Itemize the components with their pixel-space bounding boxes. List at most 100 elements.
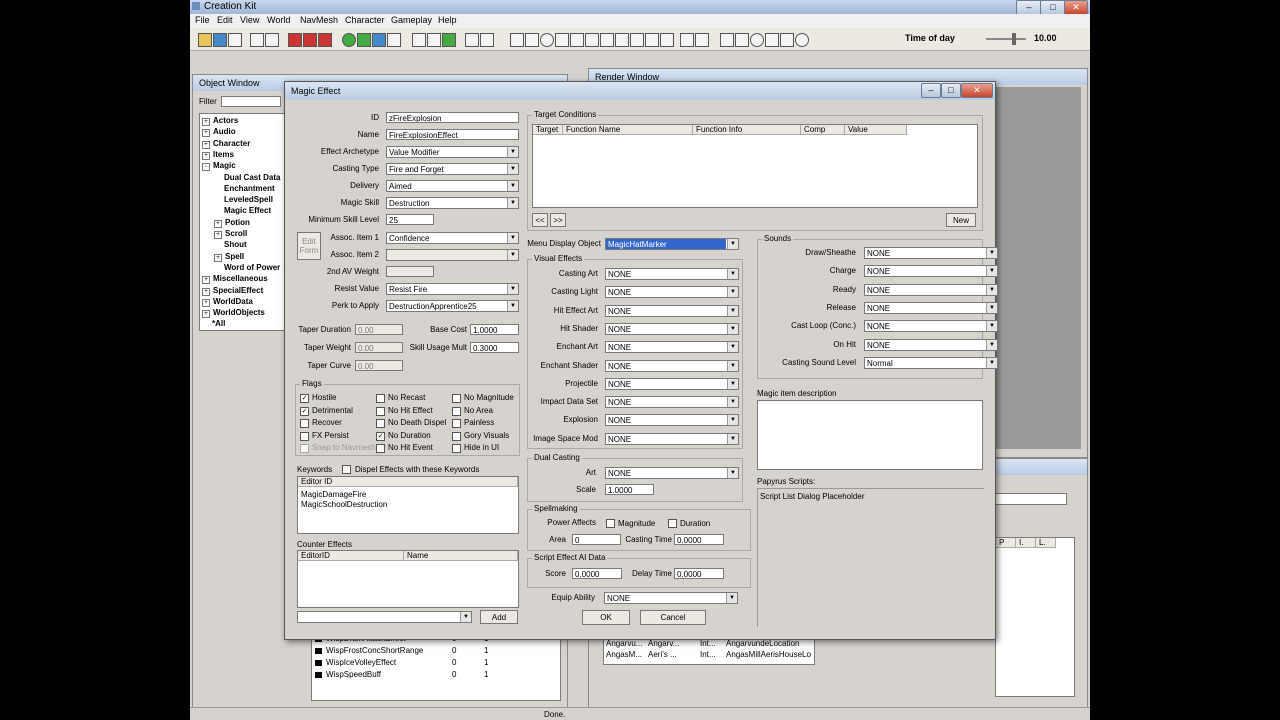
sound-dropdown[interactable]: Normal ▼ [864,356,998,369]
expand-icon[interactable]: + [202,310,210,319]
render-viewport[interactable] [995,87,1081,449]
tree-item[interactable]: Shout [214,240,247,249]
door-icon[interactable] [555,33,569,47]
keyword-item[interactable]: MagicDamageFire [301,490,366,499]
counter-effect-dropdown[interactable]: ▼ [297,611,472,623]
dual-scale-field[interactable]: 1.0000 [605,484,654,495]
dialogue-icon[interactable] [480,33,494,47]
tree-item[interactable]: + Audio [202,127,236,138]
name-field[interactable]: FireExplosionEffect [386,129,519,140]
cell-reference-cell[interactable]: Int... [700,639,716,648]
landscape-icon[interactable] [357,33,371,47]
object-list-cell[interactable]: 1 [484,646,488,655]
maximize-icon[interactable]: □ [1040,0,1066,15]
expand-icon[interactable]: + [214,231,222,239]
flag-checkbox[interactable] [376,394,385,403]
sky-icon[interactable] [342,33,356,47]
conditions-list[interactable]: Target Function Name Function Info Comp … [532,124,978,208]
expand-icon[interactable]: + [202,129,210,138]
tree-item[interactable]: Enchantment [214,184,275,193]
flag-checkbox[interactable] [452,444,461,453]
flag-checkbox[interactable] [300,431,309,441]
next-button[interactable]: >> [550,213,566,227]
tree-item[interactable]: + SpecialEffect [202,286,263,296]
expand-icon[interactable]: + [214,253,222,262]
conditions-column-function-info[interactable]: Function Info [693,125,801,135]
cell-column-header[interactable]: P [996,538,1016,548]
score-field[interactable]: 0.0000 [572,568,622,579]
cell-icon[interactable] [510,33,524,47]
cell-reference-cell[interactable]: Aeri's ... [648,650,677,659]
tree-item[interactable]: - Magic [202,161,236,172]
sound-dropdown[interactable]: NONE ▼ [864,301,998,314]
close-icon[interactable]: ✕ [1064,0,1088,15]
collapse-icon[interactable]: - [202,163,210,172]
expand-icon[interactable]: + [202,276,210,285]
taper-duration-field[interactable]: 0.00 [355,324,403,335]
speech-icon[interactable] [465,33,479,47]
spin-icon[interactable] [795,33,809,47]
object-list-cell[interactable]: WispIceVolleyEffect [326,658,396,667]
visual-effect-dropdown[interactable]: NONE ▼ [605,432,739,445]
cell-reference-cell[interactable]: AngasMillAerisHouseLo [726,650,811,659]
tree-item[interactable]: + Potion [214,218,250,228]
cancel-button[interactable]: Cancel [640,610,706,625]
filter-input[interactable] [221,96,281,107]
redo-icon[interactable] [265,33,279,47]
add-button[interactable]: Add [480,610,518,624]
flag-checkbox[interactable] [452,419,461,428]
dual-art-dropdown[interactable]: NONE ▼ [605,467,739,479]
resist-dropdown[interactable]: Resist Fire ▼ [386,283,519,295]
lightbulb-icon[interactable] [412,33,426,47]
slider-knob[interactable] [1012,33,1016,45]
object-list-cell[interactable]: 0 [452,658,456,667]
portal-icon[interactable] [600,33,614,47]
sound-dropdown[interactable]: NONE ▼ [864,283,998,296]
archetype-dropdown[interactable]: Value Modifier ▼ [386,146,519,158]
flag-checkbox[interactable]: ✓ [300,394,309,403]
visual-effect-dropdown[interactable]: NONE ▼ [605,304,739,317]
expand-icon[interactable]: + [214,219,222,228]
counter-column-editorid[interactable]: EditorID [298,551,404,561]
object-list-cell[interactable]: 1 [484,658,488,667]
skill-mult-field[interactable]: 0.3000 [470,342,519,353]
flag-checkbox[interactable] [376,406,385,416]
visual-effect-dropdown[interactable]: NONE ▼ [605,359,739,372]
menu-help[interactable]: Help [438,15,457,25]
expand-icon[interactable]: + [202,140,210,149]
weather-icon[interactable] [765,33,779,47]
flag-checkbox[interactable] [452,431,461,441]
tree-item[interactable]: + Character [202,139,250,149]
water-icon[interactable] [372,33,386,47]
dialog-close-icon[interactable]: ✕ [961,83,993,98]
cell-list[interactable]: P I. L. [995,537,1075,697]
light-icon[interactable] [303,33,317,47]
counter-effects-list[interactable]: EditorID Name [297,550,519,608]
menu-display-dropdown[interactable]: MagicHatMarker ▼ [605,238,739,250]
flag-checkbox[interactable]: ✓ [300,406,309,416]
flag-checkbox[interactable]: ✓ [376,431,385,441]
property-icon[interactable] [615,33,629,47]
papyrus-scripts-panel[interactable]: Script List Dialog Placeholder [757,488,984,627]
dialog-maximize-icon[interactable]: □ [941,83,961,98]
object-list-cell[interactable]: 0 [452,646,456,655]
expand-icon[interactable]: + [202,151,210,160]
tree-item[interactable]: + Miscellaneous [202,274,268,285]
taper-curve-field[interactable]: 0.00 [355,360,403,371]
object-tree[interactable]: + Actors + Audio + Character + Items - Magic Dual … [199,113,287,331]
menu-navmesh[interactable]: NavMesh [300,15,338,25]
keywords-list[interactable]: Editor ID MagicDamageFire MagicSchoolDes… [297,476,519,534]
menu-world[interactable]: World [267,15,290,25]
star-icon[interactable] [660,33,674,47]
cell-reference-cell[interactable]: Int... [700,650,716,659]
flag-checkbox[interactable] [452,394,461,403]
visual-effect-dropdown[interactable]: NONE ▼ [605,341,739,354]
assoc1-dropdown[interactable]: Confidence ▼ [386,232,519,244]
flag-checkbox[interactable] [376,419,385,428]
undo-icon[interactable] [250,33,264,47]
minimize-icon[interactable]: – [1016,0,1042,15]
menu-edit[interactable]: Edit [217,15,233,25]
menu-character[interactable]: Character [345,15,385,25]
object-list-cell[interactable]: 0 [452,670,456,679]
new-condition-button[interactable]: New [946,213,976,227]
